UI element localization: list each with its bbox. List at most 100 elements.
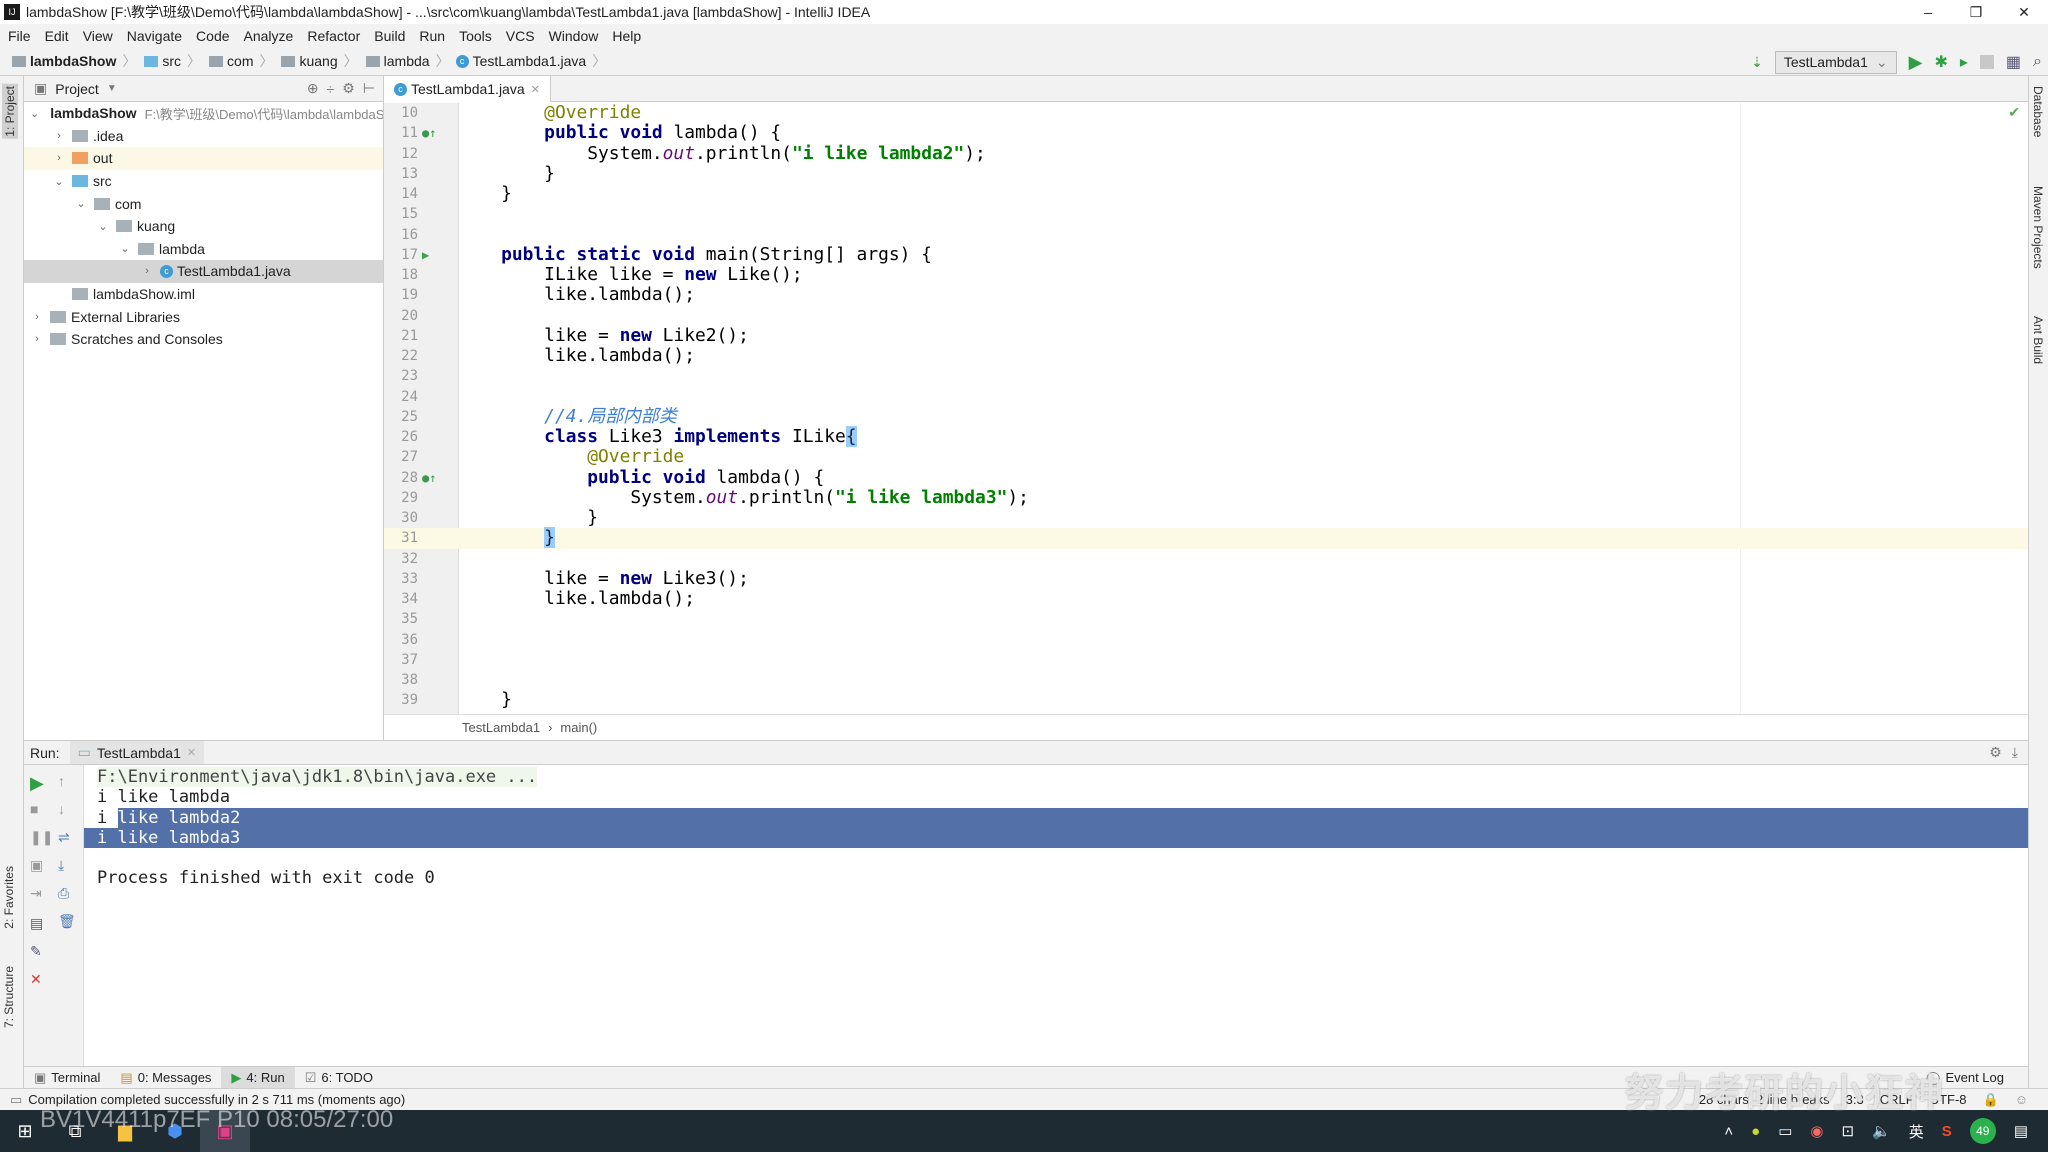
sogou-icon[interactable]: S	[1942, 1123, 1952, 1140]
code-line[interactable]: 31 }	[384, 527, 2028, 549]
code-line[interactable]: 37	[384, 650, 2028, 670]
crumb-method[interactable]: main()	[560, 720, 597, 735]
line-number[interactable]: 16	[390, 225, 418, 245]
console-output[interactable]: F:\Environment\java\jdk1.8\bin\java.exe …	[84, 767, 2028, 889]
status-toggle-icon[interactable]: ▭	[10, 1092, 22, 1108]
tray-badge[interactable]: 49	[1969, 1118, 1996, 1144]
line-number[interactable]: 37	[390, 650, 418, 670]
pause-icon[interactable]: ❚❚	[30, 829, 53, 846]
expand-arrow-icon[interactable]: ›	[140, 265, 154, 277]
ant-tool-tab[interactable]: Ant Build	[2031, 316, 2045, 364]
expand-arrow-icon[interactable]: ⌄	[30, 107, 39, 120]
code-line[interactable]: 17 ▶ public static void main(String[] arg…	[384, 244, 2028, 265]
line-number[interactable]: 29	[390, 488, 418, 508]
line-number[interactable]: 13	[390, 164, 418, 184]
locate-icon[interactable]: ⊕	[307, 80, 319, 97]
code-line[interactable]: 29 System.out.println("i like lambda3");	[384, 487, 2028, 508]
soft-wrap-icon[interactable]: ⇌	[58, 829, 70, 846]
close-run-icon[interactable]: ✕	[30, 971, 42, 988]
code-line[interactable]: 27 @Override	[384, 447, 2028, 467]
line-number[interactable]: 38	[390, 670, 418, 690]
up-arrow-icon[interactable]: ↑	[58, 773, 65, 789]
code-line[interactable]: 32	[384, 549, 2028, 569]
tab-terminal[interactable]: ▣ Terminal	[24, 1067, 110, 1089]
line-number[interactable]: 36	[390, 630, 418, 650]
clear-all-icon[interactable]: 🗑	[58, 913, 76, 930]
coverage-icon[interactable]: ▸	[1960, 52, 1968, 72]
code-line[interactable]: 30 }	[384, 507, 2028, 528]
close-tab-icon[interactable]: ✕	[531, 83, 540, 96]
crumb-file[interactable]: c TestLambda1.java 〉	[455, 51, 613, 71]
line-number[interactable]: 18	[390, 265, 418, 285]
line-number[interactable]: 19	[390, 285, 418, 305]
override-gutter-icon[interactable]: ●↑	[422, 123, 436, 143]
scroll-to-end-icon[interactable]: ⤓	[58, 857, 64, 874]
code-line[interactable]: 13 }	[384, 163, 2028, 184]
code-line[interactable]: 25 //4.局部内部类	[384, 406, 2028, 427]
expand-arrow-icon[interactable]: ⌄	[74, 197, 88, 210]
run-icon[interactable]: ▶	[1909, 52, 1923, 73]
line-number[interactable]: 20	[390, 306, 418, 326]
lock-icon[interactable]: 🔒	[1983, 1092, 1999, 1108]
crumb-class[interactable]: TestLambda1	[462, 720, 540, 735]
expand-arrow-icon[interactable]: ›	[52, 152, 66, 164]
tab-testlambda1[interactable]: c TestLambda1.java ✕	[384, 76, 551, 102]
code-line[interactable]: 21 like = new Like2();	[384, 325, 2028, 346]
line-number[interactable]: 24	[390, 387, 418, 407]
menu-build[interactable]: Build	[374, 28, 405, 44]
line-number[interactable]: 26	[390, 427, 418, 447]
project-structure-icon[interactable]: ▦	[2006, 52, 2021, 72]
crumb-src[interactable]: src 〉	[142, 51, 207, 71]
maven-tool-tab[interactable]: Maven Projects	[2031, 186, 2045, 269]
line-number[interactable]: 14	[390, 184, 418, 204]
menu-navigate[interactable]: Navigate	[127, 28, 182, 44]
line-number[interactable]: 11	[390, 123, 418, 143]
favorites-tool-tab[interactable]: 2: Favorites	[2, 866, 16, 929]
menu-window[interactable]: Window	[549, 28, 599, 44]
structure-tool-tab[interactable]: 7: Structure	[2, 966, 16, 1028]
menu-edit[interactable]: Edit	[45, 28, 69, 44]
line-number[interactable]: 23	[390, 366, 418, 386]
tree-item[interactable]: › c TestLambda1.java	[24, 260, 383, 283]
code-line[interactable]: 39 }	[384, 690, 2028, 710]
gear-icon[interactable]: ⚙	[1989, 744, 2002, 761]
tree-item[interactable]: lambdaShow.iml	[24, 283, 383, 306]
collapse-icon[interactable]: ÷	[327, 81, 335, 97]
override-gutter-icon[interactable]: ●↑	[422, 468, 436, 488]
tree-item[interactable]: › External Libraries	[24, 305, 383, 328]
menu-refactor[interactable]: Refactor	[307, 28, 360, 44]
crumb-lambda[interactable]: lambda 〉	[364, 51, 456, 71]
crumb-kuang[interactable]: kuang 〉	[279, 51, 363, 71]
restore-button[interactable]: ❐	[1952, 0, 2000, 24]
run-gutter-icon[interactable]: ▶	[422, 245, 429, 265]
code-line[interactable]: 15	[384, 204, 2028, 224]
line-number[interactable]: 33	[390, 569, 418, 589]
layout-icon[interactable]: ▤	[30, 915, 43, 932]
code-area[interactable]: 10 @Override 11 ●↑ public void lambda() {1…	[384, 102, 2028, 714]
line-number[interactable]: 35	[390, 609, 418, 629]
tree-item[interactable]: ⌄ com	[24, 192, 383, 215]
line-number[interactable]: 25	[390, 407, 418, 427]
stop-icon[interactable]: ■	[30, 801, 38, 817]
code-line[interactable]: 33 like = new Like3();	[384, 568, 2028, 589]
line-number[interactable]: 17	[390, 245, 418, 265]
run-tab-testlambda1[interactable]: ▭ TestLambda1 ✕	[69, 741, 205, 764]
menu-view[interactable]: View	[83, 28, 113, 44]
minimize-button[interactable]: –	[1904, 0, 1952, 24]
menu-analyze[interactable]: Analyze	[244, 28, 294, 44]
pin-icon[interactable]: ✎	[30, 943, 42, 960]
menu-run[interactable]: Run	[419, 28, 445, 44]
print-icon[interactable]: ⎙	[58, 885, 69, 902]
hide-panel-icon[interactable]: ⤓	[2012, 744, 2018, 761]
tree-item[interactable]: › .idea	[24, 125, 383, 148]
code-line[interactable]: 23	[384, 366, 2028, 386]
expand-arrow-icon[interactable]: ›	[30, 311, 44, 323]
tab-run[interactable]: ▶ 4: Run	[221, 1066, 295, 1089]
code-line[interactable]: 34 like.lambda();	[384, 588, 2028, 609]
sort-icon[interactable]: ⇣	[1751, 54, 1763, 71]
crumb-com[interactable]: com 〉	[207, 51, 279, 71]
rerun-icon[interactable]: ▶	[30, 773, 44, 794]
line-number[interactable]: 30	[390, 508, 418, 528]
code-line[interactable]: 12 System.out.println("i like lambda2");	[384, 143, 2028, 164]
line-number[interactable]: 32	[390, 549, 418, 569]
